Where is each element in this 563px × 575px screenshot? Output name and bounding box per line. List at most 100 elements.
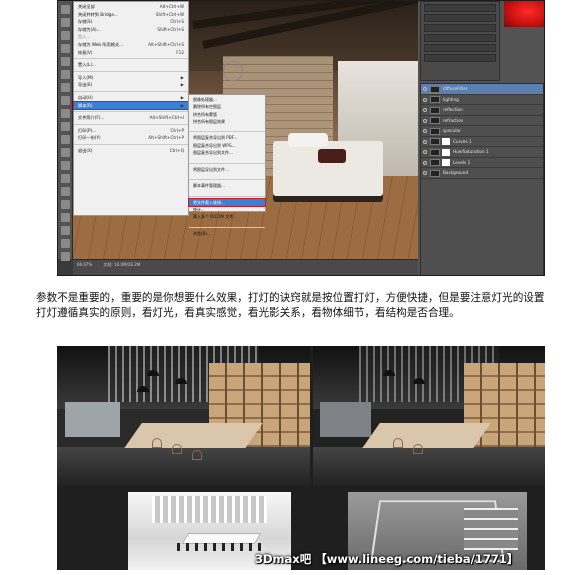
eye-icon[interactable] [423,129,427,133]
eye-icon[interactable] [423,118,427,123]
file-menu-shortcut: Ctrl+P [170,127,185,133]
eye-icon[interactable] [423,108,427,112]
scripts-submenu-item-label: 脚本事件管理器... [193,183,225,189]
file-menu-item[interactable]: 脚本(R) ▶ [73,100,189,111]
eye-icon[interactable] [423,160,427,165]
file-menu-item-label: 关闭全部 [78,4,95,9]
layer-row[interactable]: Levels 1 [421,158,543,168]
file-menu-item[interactable]: 导入(M) ▶ [74,74,188,82]
file-menu-item[interactable]: 文件简介(F)... Alt+Shift+Ctrl+I [74,114,188,122]
eyedropper-icon[interactable] [61,70,70,79]
layer-row[interactable]: Background [421,168,543,179]
scripts-submenu-separator [189,156,265,164]
lasso-tool-icon[interactable] [61,31,70,40]
file-menu-item[interactable]: 存储为 Web 所用格式... Alt+Shift+Ctrl+S [74,41,188,49]
scripts-submenu-item[interactable]: 将图层导出到文件... [189,166,265,173]
layer-row[interactable]: Hue/Saturation 1 [421,147,543,158]
file-menu-item[interactable]: 置入(L)... [74,61,188,69]
layer-row[interactable]: Curves 1 [421,137,543,147]
scripts-submenu: 图像处理器... 删除所有空图层 拼合所有蒙版 拼合所有图层效果将图层复合导出到 PD… [188,94,266,236]
crop-tool-icon[interactable] [61,57,70,66]
zoom-tool-icon[interactable] [61,252,70,261]
scripts-submenu-separator [189,173,265,181]
file-menu-item-label: 恢复(V) [78,49,93,55]
shape-tool-icon[interactable] [61,226,70,235]
type-tool-icon[interactable] [61,200,70,209]
eye-icon[interactable] [423,150,427,154]
scripts-submenu-item[interactable]: 图像处理器... [189,96,265,103]
file-menu-item[interactable]: 关闭全部 Alt+Ctrl+W [74,3,188,11]
color-picker-swatch[interactable] [504,1,544,27]
file-menu-shortcut: ▶ [180,74,184,80]
file-menu-item[interactable]: 签入... [74,33,188,41]
file-menu-item-label: 打印一份(Y) [78,135,101,141]
layer-row[interactable]: diffuseFilter [421,84,543,95]
file-menu-separator [74,89,188,92]
file-menu-item[interactable]: 存储(S) Ctrl+S [74,18,188,26]
document-canvas[interactable]: 关闭全部 Alt+Ctrl+W 关闭并转到 Bridge... Shift+Ctrl+… [73,1,418,259]
scripts-submenu-item[interactable]: 图层复合导出到 WPG... [189,142,265,149]
layer-thumbnail [430,138,440,145]
layer-row[interactable]: reflection [421,105,543,116]
history-brush-icon[interactable] [61,122,70,131]
file-menu-item-label: 导入(M) [78,74,94,80]
file-menu-item[interactable]: 打印一份(Y) Alt+Shift+Ctrl+P [74,134,188,142]
healing-brush-icon[interactable] [61,83,70,92]
file-menu-item[interactable]: 自动(U) ▶ [74,94,188,102]
render-final-right [313,346,545,486]
render-comparison: 3Dmax吧 【www.lineeg.com/tieba/1771】 [57,346,545,570]
scripts-submenu-item[interactable]: 拼合所有图层效果 [189,118,265,125]
scripts-submenu-item[interactable]: 将图层复合导出到 PDF... [189,134,265,141]
scripts-submenu-item[interactable]: 统计... [189,206,265,213]
eye-icon[interactable] [423,171,427,175]
scripts-submenu-item[interactable]: 图层复合导出到文件... [189,149,265,156]
file-menu: 关闭全部 Alt+Ctrl+W 关闭并转到 Bridge... Shift+Ctrl+… [73,1,189,216]
gradient-tool-icon[interactable] [61,148,70,157]
marquee-tool-icon[interactable] [61,18,70,27]
file-menu-item-label: 退出(X) [78,147,93,153]
layer-thumbnail [430,169,440,177]
file-menu-item[interactable]: 退出(X) Ctrl+Q [74,147,188,155]
hand-tool-icon[interactable] [61,239,70,248]
file-menu-item[interactable]: 关闭并转到 Bridge... Shift+Ctrl+W [74,11,188,19]
file-menu-item[interactable]: 打印(P)... Ctrl+P [74,127,188,135]
pen-tool-icon[interactable] [61,187,70,196]
file-menu-item[interactable]: 导出(E) ▶ [74,81,188,89]
scripts-submenu-item[interactable]: 载入多个 DICOM 文件... [189,213,265,220]
eye-icon[interactable] [423,97,427,102]
layer-thumbnail [430,117,440,124]
scripts-submenu-item[interactable]: 将文件载入堆栈... [188,197,266,208]
magic-wand-icon[interactable] [61,44,70,53]
file-menu-item-label: 脚本(R) [78,102,93,108]
right-panels: diffuseFilter lighting reflection refractio… [418,1,544,275]
path-select-icon[interactable] [61,213,70,222]
file-menu-item[interactable]: 恢复(V) F12 [74,49,188,57]
file-menu-item-label: 打印(P)... [78,127,97,133]
scripts-submenu-item[interactable]: 拼合所有蒙版 [189,111,265,118]
layer-mask [442,138,450,145]
scripts-submenu-item[interactable]: 脚本事件管理器... [189,182,265,189]
layer-row[interactable]: lighting [421,95,543,105]
scripts-submenu-item-label: 删除所有空图层 [193,104,221,110]
file-menu-shortcut: Alt+Ctrl+W [159,4,184,9]
layer-row[interactable]: refraction [421,116,543,126]
file-menu-item-label: 存储(S) [78,19,93,25]
zoom-level: 66.67% [77,262,93,267]
blur-tool-icon[interactable] [61,161,70,170]
eye-icon[interactable] [423,87,427,91]
scripts-submenu-item-label: 拼合所有图层效果 [193,118,225,124]
clone-stamp-icon[interactable] [61,109,70,118]
layer-row[interactable]: specular [421,126,543,137]
scripts-submenu-item[interactable]: 删除所有空图层 [189,103,265,110]
eye-icon[interactable] [423,139,427,144]
body-paragraph: 参数不是重要的，重要的是你想要什么效果，打灯的诀窍就是按位置打灯，方便快捷，但是… [36,292,545,319]
file-menu-item[interactable]: 存储为(A)... Shift+Ctrl+S [74,26,188,34]
layer-name: Curves 1 [453,138,472,144]
brush-tool-icon[interactable] [61,96,70,105]
scripts-submenu-item[interactable]: 浏览(B)... [189,230,265,237]
status-bar: 66.67% 文档: 16.0M/28.2M [73,259,418,275]
eraser-icon[interactable] [61,135,70,144]
dodge-tool-icon[interactable] [61,174,70,183]
layer-name: Hue/Saturation 1 [453,149,489,154]
move-tool-icon[interactable] [61,5,70,14]
